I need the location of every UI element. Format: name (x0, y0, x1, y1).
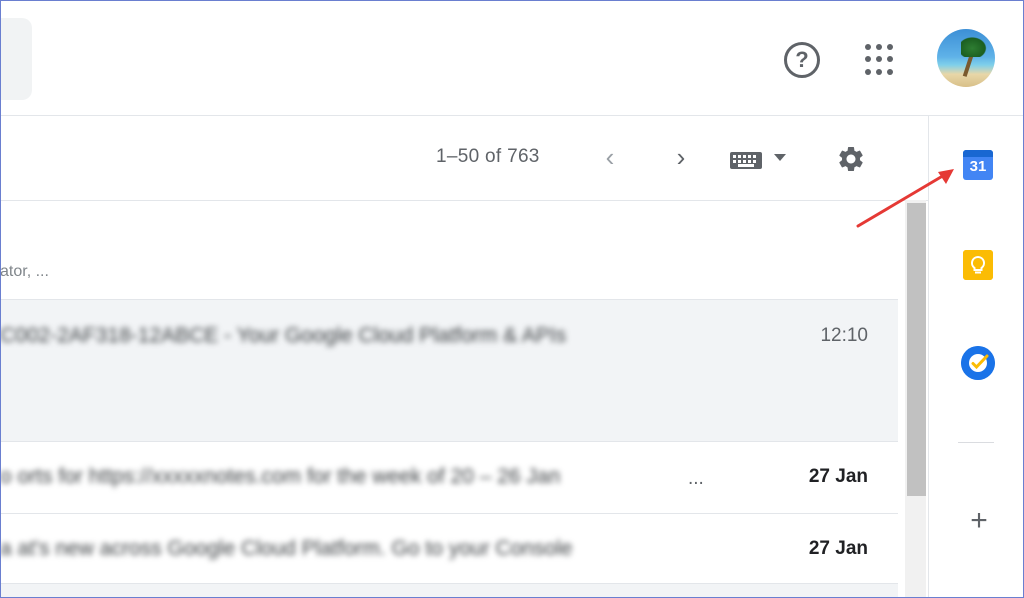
row-snippet: a at's new across Google Cloud Platform.… (0, 537, 573, 560)
chevron-right-icon[interactable]: › (671, 144, 691, 170)
row-date: 12:10 (820, 325, 868, 346)
calendar-number: 31 (969, 158, 987, 175)
calendar-icon[interactable]: 31 (963, 150, 993, 180)
plus-icon[interactable]: + (965, 506, 993, 536)
avatar[interactable] (937, 29, 995, 87)
keyboard-icon[interactable] (730, 150, 790, 170)
row-snippet: o orts for https://xxxxxnotes.com for th… (0, 465, 561, 488)
row-ellipsis: ... (688, 468, 704, 489)
pagination-text: 1–50 of 763 (436, 146, 540, 167)
mail-toolbar: 1–50 of 763 ‹ › (0, 116, 928, 201)
help-icon[interactable]: ? (784, 42, 820, 78)
chevron-left-icon[interactable]: ‹ (600, 144, 620, 170)
tab-subtext: ator, ... (0, 263, 49, 280)
row-snippet: C002-2AF318-12ABCE - Your Google Cloud P… (0, 324, 567, 347)
inbox-tab-area[interactable]: ator, ... (0, 201, 898, 300)
search-box[interactable] (0, 18, 32, 100)
side-panel-divider (958, 442, 994, 443)
top-header: ? (0, 0, 1024, 116)
row-date: 27 Jan (808, 538, 868, 559)
lightbulb-icon[interactable] (963, 250, 993, 280)
table-row[interactable] (0, 584, 898, 598)
apps-grid-icon[interactable] (865, 44, 897, 76)
scrollbar-thumb[interactable] (907, 203, 926, 496)
table-row[interactable]: o orts for https://xxxxxnotes.com for th… (0, 442, 898, 514)
row-date: 27 Jan (808, 466, 868, 487)
table-row[interactable]: C002-2AF318-12ABCE - Your Google Cloud P… (0, 300, 898, 442)
gear-icon[interactable] (836, 144, 866, 174)
check-circle-icon[interactable] (961, 346, 995, 380)
caret-down-icon (774, 154, 786, 161)
table-row[interactable]: a at's new across Google Cloud Platform.… (0, 514, 898, 584)
